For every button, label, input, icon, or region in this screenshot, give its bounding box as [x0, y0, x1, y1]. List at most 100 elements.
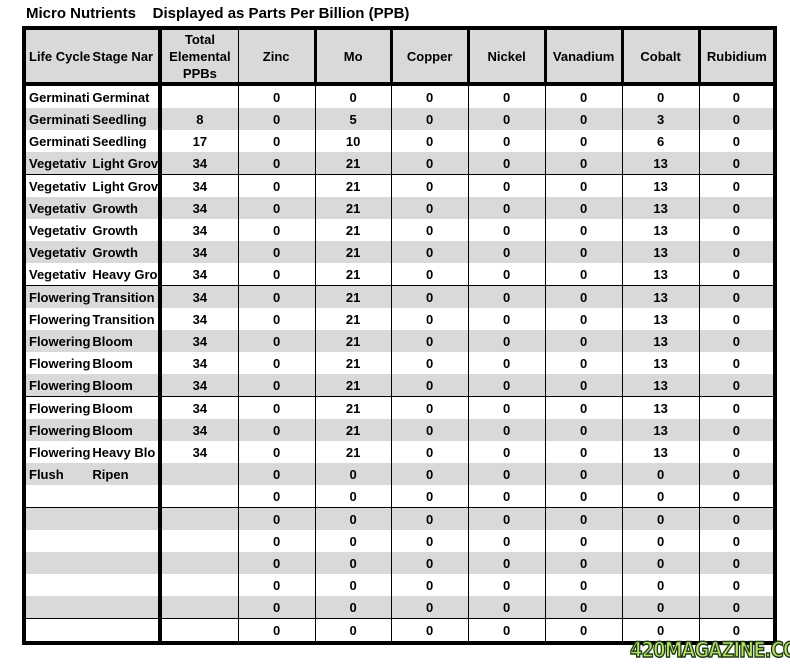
cobalt-cell: 13 [621, 197, 700, 219]
rubidium-cell: 0 [698, 530, 776, 552]
rubidium-cell: 0 [698, 152, 776, 175]
header-copper: Copper [389, 28, 469, 84]
stage-name-cell: Light Grov [90, 152, 161, 175]
copper-cell: 0 [390, 530, 469, 552]
stage-name-cell: Transition [92, 311, 155, 327]
zinc-cell: 0 [237, 130, 316, 152]
total-cell: 34 [158, 308, 239, 330]
cobalt-cell: 0 [621, 84, 700, 108]
life-cycle-cell: Vegetativ [24, 263, 91, 286]
table-row: Flowering Bloom 34 0 21 0 0 0 13 0 [24, 374, 776, 397]
cobalt-cell: 0 [621, 530, 700, 552]
total-cell: 34 [158, 419, 239, 441]
table-row: 0000000 [24, 485, 776, 508]
table-row: 0000000 [24, 507, 776, 530]
copper-cell: 0 [390, 596, 469, 619]
zinc-cell: 0 [237, 463, 316, 485]
mo-cell: 21 [314, 263, 392, 286]
rubidium-cell: 0 [698, 197, 776, 219]
zinc-cell: 0 [237, 374, 316, 397]
rubidium-cell: 0 [698, 263, 776, 286]
table-row: Flowering Bloom 34 0 21 0 0 0 13 0 [24, 419, 776, 441]
rubidium-cell: 0 [698, 219, 776, 241]
table-row: Germinati Germinat 0 0 0 0 0 0 0 [24, 84, 776, 108]
zinc-cell: 0 [237, 618, 316, 643]
nickel-cell: 0 [467, 330, 546, 352]
nickel-cell: 0 [467, 396, 546, 419]
cobalt-cell: 13 [621, 419, 700, 441]
mo-cell: 21 [314, 419, 392, 441]
nickel-cell: 0 [467, 552, 546, 574]
vanadium-cell: 0 [544, 130, 623, 152]
nickel-cell: 0 [467, 219, 546, 241]
life-cycle-cell: Flowering [24, 374, 91, 397]
life-cycle-cell: Flowering [24, 419, 91, 441]
stage-name-cell: Heavy Gro [90, 263, 161, 286]
vanadium-cell: 0 [544, 308, 623, 330]
mo-cell: 21 [314, 219, 392, 241]
stage-name-cell [90, 596, 161, 619]
nickel-cell: 0 [467, 263, 546, 286]
header-life-cycle: Life Cycle [24, 28, 91, 84]
mo-cell: 0 [314, 507, 392, 530]
stage-name-cell: Bloom [92, 400, 133, 416]
table-row: Vegetativ Growth 34 0 21 0 0 0 13 0 [24, 197, 776, 219]
cobalt-cell: 13 [621, 174, 700, 197]
copper-cell: 0 [390, 308, 469, 330]
rubidium-cell: 0 [698, 84, 776, 108]
header-cobalt: Cobalt [620, 28, 700, 84]
stage-name-cell: Bloom [90, 374, 161, 397]
vanadium-cell: 0 [544, 219, 623, 241]
cobalt-cell: 0 [621, 463, 700, 485]
vanadium-cell: 0 [544, 84, 623, 108]
zinc-cell: 0 [237, 241, 316, 263]
life-cycle-cell: Flush [24, 463, 91, 485]
stage-name-cell [90, 530, 160, 552]
life-cycle-cell: Germinati [24, 108, 91, 130]
zinc-cell: 0 [237, 574, 316, 596]
nickel-cell: 0 [467, 108, 546, 130]
cobalt-cell: 13 [621, 330, 700, 352]
life-cycle-cell: Germinati [29, 89, 90, 105]
header-vanadium: Vanadium [543, 28, 623, 84]
zinc-cell: 0 [237, 330, 316, 352]
life-cycle-cell: Flowering [29, 400, 91, 416]
nickel-cell: 0 [467, 485, 546, 508]
header-stage-name: Stage Nar [90, 28, 161, 84]
nickel-cell: 0 [467, 596, 546, 619]
mo-cell: 21 [314, 308, 392, 330]
vanadium-cell: 0 [544, 330, 623, 352]
table-row: Flowering Transition 34 0 21 0 0 0 13 0 [24, 308, 776, 330]
rubidium-cell: 0 [698, 308, 776, 330]
copper-cell: 0 [390, 285, 469, 308]
rubidium-cell: 0 [698, 330, 776, 352]
life-cycle-cell [24, 507, 91, 530]
rubidium-cell: 0 [698, 485, 776, 508]
header-mo: Mo [313, 28, 392, 84]
total-cell: 34 [158, 285, 239, 308]
mo-cell: 0 [314, 84, 392, 108]
life-cycle-cell: Vegetativ [29, 222, 87, 238]
cobalt-cell: 6 [621, 130, 700, 152]
table-row: Flowering Bloom 34 0 21 0 0 0 13 0 [24, 330, 776, 352]
vanadium-cell: 0 [544, 618, 623, 643]
life-cycle-cell: Germinati [29, 133, 90, 149]
vanadium-cell: 0 [544, 530, 623, 552]
mo-cell: 21 [314, 441, 392, 463]
rubidium-cell: 0 [698, 552, 776, 574]
header-row: Life Cycle Stage Nar Total Elemental PPB… [24, 28, 776, 84]
stage-name-cell [90, 552, 161, 574]
copper-cell: 0 [390, 507, 469, 530]
vanadium-cell: 0 [544, 419, 623, 441]
table-row: Vegetativ Growth 34 0 21 0 0 0 13 0 [24, 219, 776, 241]
header-rubidium: Rubidium [697, 28, 776, 84]
life-cycle-cell: Vegetativ [24, 197, 91, 219]
copper-cell: 0 [390, 241, 469, 263]
cobalt-cell: 0 [621, 552, 700, 574]
stage-name-cell: Germinat [92, 89, 150, 105]
rubidium-cell: 0 [698, 419, 776, 441]
life-cycle-cell [24, 619, 90, 644]
stage-name-cell: Bloom [92, 355, 133, 371]
stage-name-cell: Growth [92, 222, 138, 238]
cobalt-cell: 13 [621, 263, 700, 286]
